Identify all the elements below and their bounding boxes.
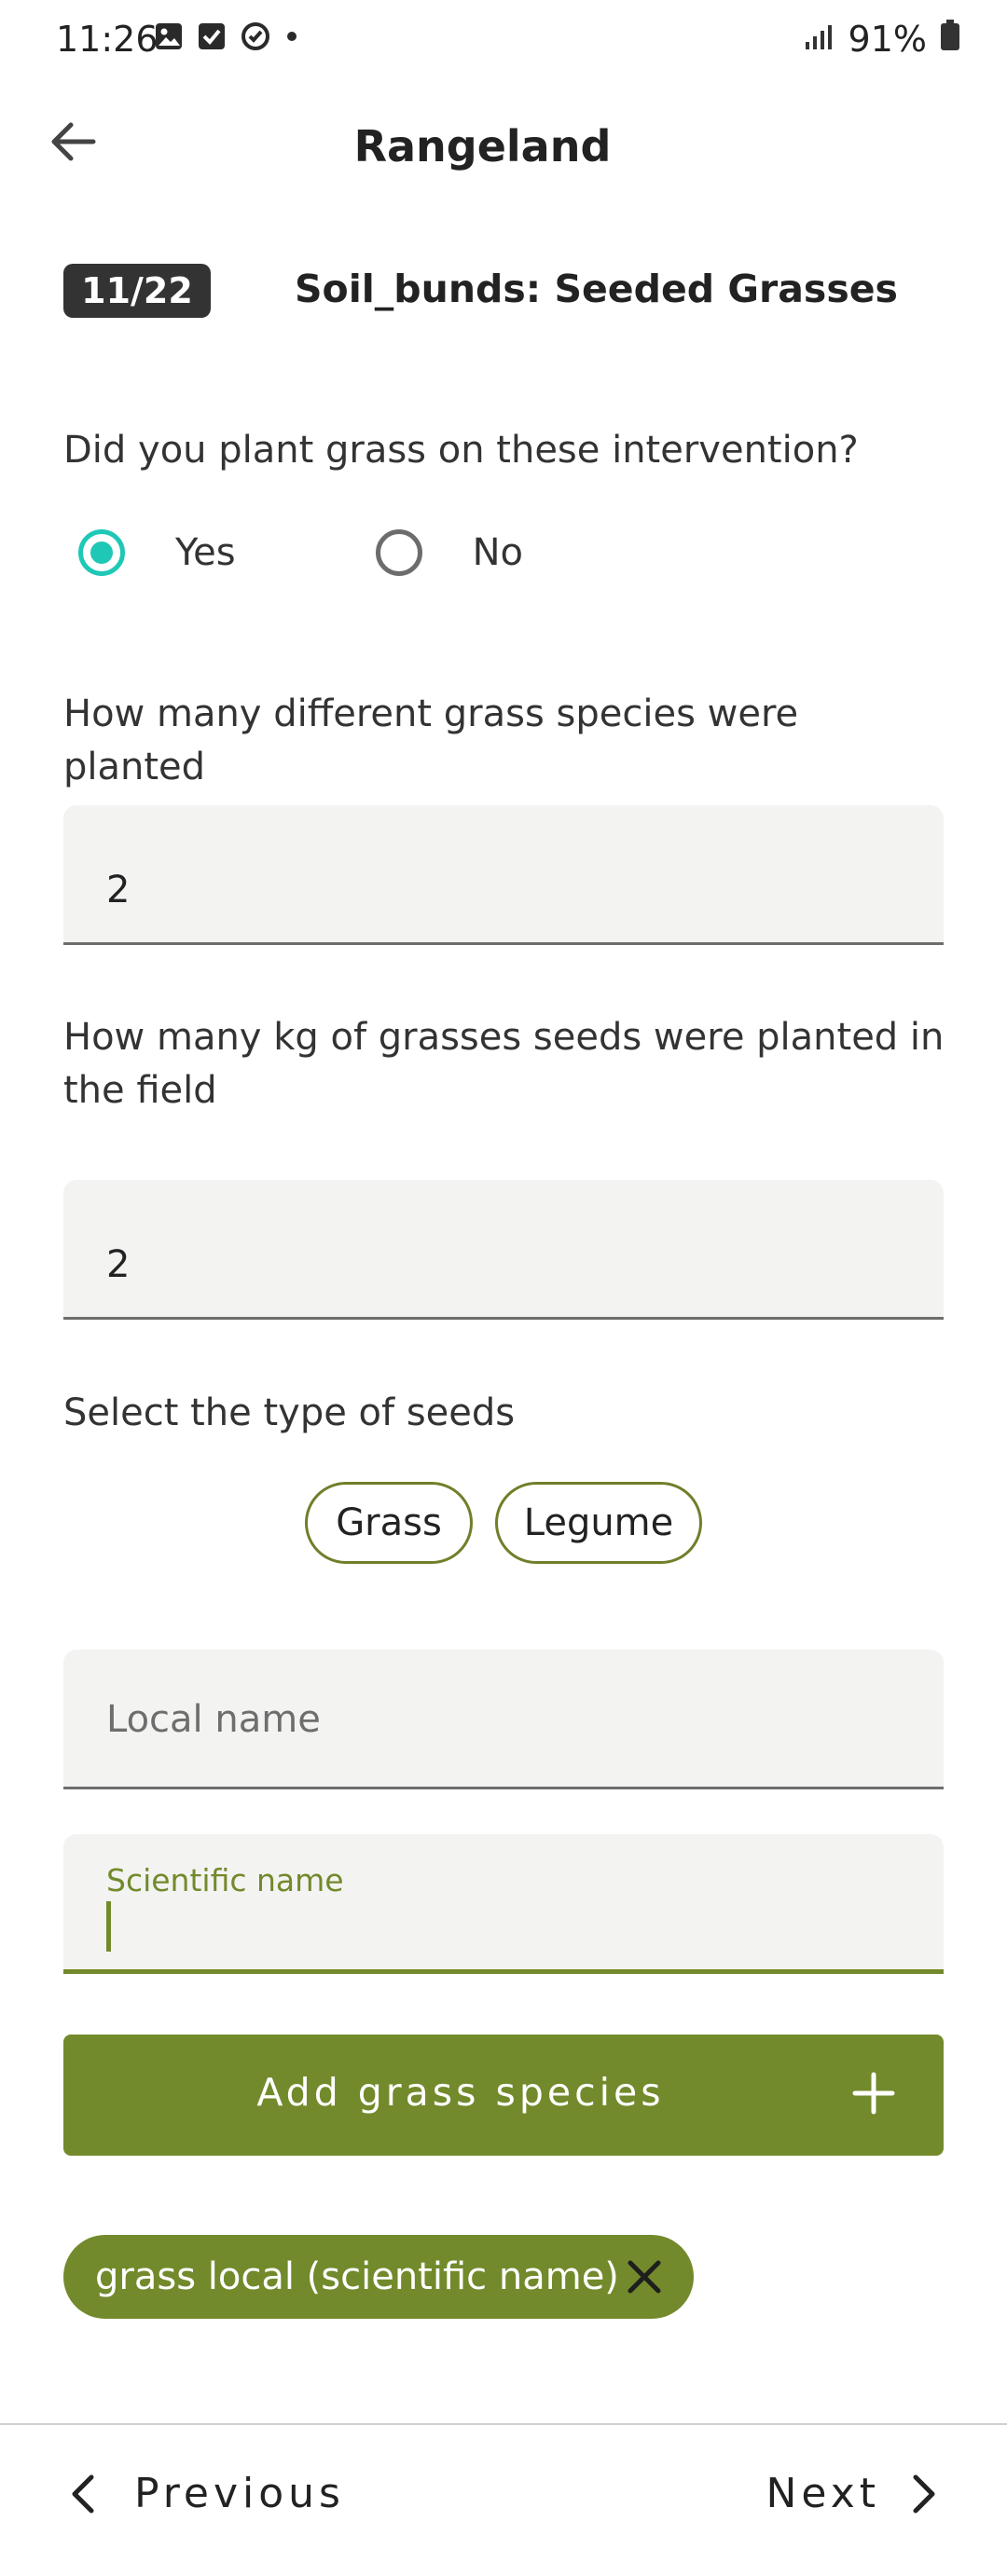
status-right: 91% bbox=[804, 19, 960, 60]
radio-unchecked-icon bbox=[375, 529, 422, 576]
added-species-label: grass local (scientific name) bbox=[95, 2255, 619, 2298]
close-icon[interactable] bbox=[623, 2255, 666, 2298]
previous-button[interactable]: Previous bbox=[65, 2470, 345, 2517]
next-button[interactable]: Next bbox=[766, 2470, 942, 2517]
planted-grass-radio-group: Yes No bbox=[63, 529, 523, 576]
plus-icon bbox=[852, 2072, 895, 2115]
question-seed-kg: How many kg of grasses seeds were plante… bbox=[63, 1016, 945, 1112]
radio-no-label: No bbox=[472, 531, 523, 574]
question-species-count: How many different grass species were pl… bbox=[63, 692, 799, 788]
footer-divider bbox=[0, 2423, 1007, 2425]
image-icon bbox=[154, 21, 184, 55]
question-seed-type: Select the type of seeds bbox=[63, 1391, 516, 1434]
seed-kg-value: 2 bbox=[106, 1243, 131, 1286]
dot-icon bbox=[284, 29, 299, 48]
status-bar: 11:26 91% bbox=[0, 0, 1007, 84]
sync-icon bbox=[240, 21, 271, 56]
radio-no[interactable]: No bbox=[361, 529, 523, 576]
scientific-name-label: Scientific name bbox=[106, 1862, 344, 1898]
add-button-label: Add grass species bbox=[256, 2070, 665, 2115]
species-count-field[interactable]: 2 bbox=[63, 805, 944, 945]
page-title: Rangeland bbox=[353, 121, 612, 171]
notification-icons bbox=[154, 21, 299, 56]
local-name-placeholder: Local name bbox=[106, 1698, 321, 1741]
radio-yes[interactable]: Yes bbox=[63, 529, 236, 576]
scientific-name-field[interactable]: Scientific name bbox=[63, 1834, 944, 1974]
species-count-value: 2 bbox=[106, 869, 131, 911]
radio-yes-label: Yes bbox=[175, 531, 236, 574]
question-planted-grass: Did you plant grass on these interventio… bbox=[63, 429, 859, 472]
step-title: Soil_bunds: Seeded Grasses bbox=[295, 267, 898, 311]
battery-icon bbox=[940, 19, 960, 60]
next-label: Next bbox=[766, 2470, 880, 2517]
chevron-right-icon bbox=[913, 2474, 935, 2513]
battery-percent: 91% bbox=[848, 19, 927, 60]
text-cursor bbox=[106, 1901, 111, 1952]
step-badge: 11/22 bbox=[63, 264, 211, 318]
previous-label: Previous bbox=[134, 2470, 345, 2517]
chip-legume[interactable]: Legume bbox=[495, 1482, 702, 1564]
local-name-field[interactable]: Local name bbox=[63, 1650, 944, 1789]
radio-checked-icon bbox=[78, 529, 125, 576]
add-grass-species-button[interactable]: Add grass species bbox=[63, 2035, 944, 2156]
checkbox-icon bbox=[197, 21, 227, 55]
status-time: 11:26 bbox=[56, 19, 159, 60]
added-species-chip: grass local (scientific name) bbox=[63, 2235, 694, 2319]
chip-grass[interactable]: Grass bbox=[305, 1482, 473, 1564]
page: 11:26 91% Rangeland 11/22 Soil_bunds: Se… bbox=[0, 0, 1007, 2576]
seed-type-chips: Grass Legume bbox=[0, 1482, 1007, 1564]
chevron-left-icon bbox=[72, 2474, 94, 2513]
signal-icon bbox=[804, 19, 835, 60]
seed-kg-field[interactable]: 2 bbox=[63, 1180, 944, 1320]
